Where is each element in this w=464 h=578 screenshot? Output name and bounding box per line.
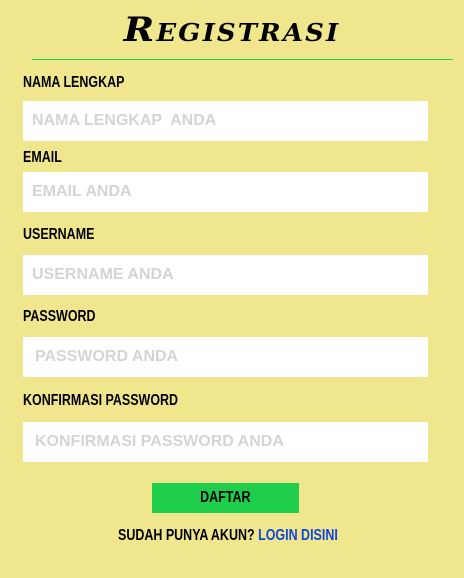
page-title: Registrasi: [123, 10, 341, 50]
email-label: EMAIL: [23, 149, 62, 166]
full-name-input[interactable]: [23, 101, 428, 141]
password-label: PASSWORD: [23, 308, 96, 325]
email-input[interactable]: [23, 172, 428, 212]
register-button-label: DAFTAR: [200, 489, 251, 506]
full-name-label: NAMA LENGKAP: [23, 74, 125, 91]
login-link[interactable]: LOGIN DISINI: [258, 527, 338, 544]
confirm-password-label: KONFIRMASI PASSWORD: [23, 392, 179, 409]
password-input[interactable]: [23, 337, 428, 377]
title-divider: [32, 59, 453, 60]
username-input[interactable]: [23, 255, 428, 295]
login-prompt-line: SUDAH PUNYA AKUN? LOGIN DISINI: [0, 527, 456, 545]
register-button[interactable]: DAFTAR: [152, 483, 299, 513]
confirm-password-input[interactable]: [23, 422, 428, 462]
username-label: USERNAME: [23, 226, 95, 243]
login-prompt-text: SUDAH PUNYA AKUN?: [118, 527, 255, 544]
registration-page: Registrasi NAMA LENGKAP EMAIL USERNAME P…: [0, 0, 464, 578]
